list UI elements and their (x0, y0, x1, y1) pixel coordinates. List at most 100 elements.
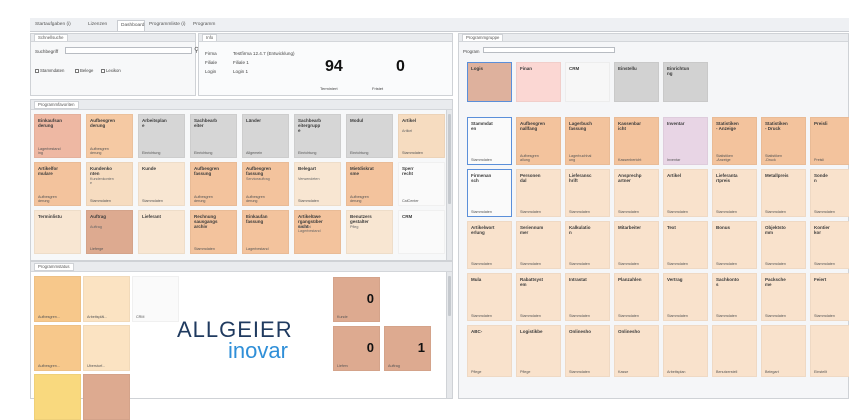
program-tile[interactable]: Statistiken - Druck Statistiken -Druck (761, 117, 806, 165)
status-scrollbar[interactable] (446, 272, 452, 398)
program-tile[interactable]: Inventar Inventar (663, 117, 708, 165)
program-tile[interactable]: Ansprechp artner Stammdaten (614, 169, 659, 217)
program-tile[interactable]: Mula Stammdaten (467, 273, 512, 321)
program-group-tile[interactable]: Logis (467, 62, 512, 102)
favorite-tile[interactable]: Einkaufan fassung Lagerbestand (242, 210, 289, 254)
favorite-tile[interactable]: Auftrag Auftrag Lieferge (86, 210, 133, 254)
favorite-tile-category: Aufbesgren derung (90, 146, 109, 155)
favorite-tile[interactable]: Rechnung sausgangs archiv Stammdaten (190, 210, 237, 254)
program-tile[interactable]: Einstellt (810, 325, 849, 377)
program-group-tile[interactable]: CRM (565, 62, 610, 102)
favorites-scrollbar-thumb[interactable] (448, 114, 451, 204)
program-tile[interactable]: Bonus Stammdaten (712, 221, 757, 269)
favorite-tile[interactable]: Aufbesgren fassung Serviceauftrag Aufbesgr… (242, 162, 289, 206)
favorite-tile[interactable]: Sachbearb eitergrupp e Einrichtung (294, 114, 341, 158)
program-tile[interactable]: Text Stammdaten (663, 221, 708, 269)
program-search-input[interactable] (483, 47, 615, 53)
program-tile[interactable]: Kassenbar icht Kassenbericht (614, 117, 659, 165)
status-tile[interactable]: Ubersturf... (83, 325, 130, 371)
favorite-tile[interactable]: Kunde Stammdaten (138, 162, 185, 206)
tab-2[interactable]: Dashboard (117, 20, 145, 31)
favorite-tile[interactable]: Terminlistu (34, 210, 81, 254)
program-tile[interactable]: Belegart (761, 325, 806, 377)
program-tile[interactable]: Logistikbe Pflege (516, 325, 561, 377)
program-tile[interactable]: Intrastat Stammdaten (565, 273, 610, 321)
program-tile[interactable]: Lieferansc hrift Stammdaten (565, 169, 610, 217)
favorite-tile[interactable]: Benutzers gestalter Pfleg (346, 210, 393, 254)
status-tile[interactable]: Arbeitspläl... (83, 276, 130, 322)
program-tile[interactable]: Personen dal Stammdaten (516, 169, 561, 217)
tab-3[interactable]: Programmliste (i) (146, 20, 188, 31)
program-tile[interactable]: Sachkonto s Stammdaten (712, 273, 757, 321)
program-tile[interactable]: ABC- Pflege (467, 325, 512, 377)
program-tile[interactable]: Artikel Stammdaten (663, 169, 708, 217)
program-tile[interactable]: Packsche me Stammdaten (761, 273, 806, 321)
program-tile[interactable]: Objektsto mm Stammdaten (761, 221, 806, 269)
status-scrollbar-thumb[interactable] (448, 276, 451, 316)
search-input[interactable] (65, 47, 192, 54)
favorite-tile[interactable]: CRM (398, 210, 445, 254)
favorite-tile[interactable]: Sperr recht CalCenter (398, 162, 445, 206)
favorite-tile-subtitle: Serviceauftrag (246, 177, 270, 181)
program-group-tile[interactable]: Finan (516, 62, 561, 102)
status-tile[interactable] (34, 374, 81, 420)
program-tile[interactable]: Seriennum mer Stammdaten (516, 221, 561, 269)
program-tile[interactable]: Sonde n Stammdaten (810, 169, 849, 217)
program-tile[interactable]: Aufbesgren nallfang Aufbesgren allung (516, 117, 561, 165)
program-tile[interactable]: Kontier kor Stammdaten (810, 221, 849, 269)
option-stammdaten[interactable]: Stammdaten (35, 68, 64, 73)
program-tile[interactable]: Metallpreis Stammdaten (761, 169, 806, 217)
option-belege[interactable]: Belege (75, 68, 93, 73)
favorite-tile[interactable]: Aufbesgren fassung Aufbesgren derung (190, 162, 237, 206)
program-tile-title: Firmenan sch (471, 173, 492, 183)
status-tile[interactable] (83, 374, 130, 420)
status-tile[interactable]: Aufbesgren... (34, 325, 81, 371)
counter-terminiert-label: Terminiert (320, 86, 338, 91)
option-lexikon[interactable]: Lexikon (101, 68, 121, 73)
program-tile[interactable]: Feiert Stammdaten (810, 273, 849, 321)
program-tile[interactable]: Benutzerstell (712, 325, 757, 377)
favorite-tile[interactable]: Modul Einrichtung (346, 114, 393, 158)
program-tile[interactable]: Arbeitsplan (663, 325, 708, 377)
favorite-tile[interactable]: Aufbesgren derung Aufbesgren derung (86, 114, 133, 158)
favorite-tile[interactable]: Sachbearb eiter Einrichtung (190, 114, 237, 158)
favorite-tile[interactable]: Länder Allgemein (242, 114, 289, 158)
favorite-tile[interactable]: Artikelfor mulare Aufbesgren derung (34, 162, 81, 206)
program-group-tile[interactable]: Einstellu (614, 62, 659, 102)
program-tile[interactable]: Onlinesho Stammdaten (565, 325, 610, 377)
status-tile[interactable]: CRM (132, 276, 179, 322)
program-tile[interactable]: Lieferanta rtpreis Stammdaten (712, 169, 757, 217)
tab-1[interactable]: Lizenzen (85, 20, 115, 31)
favorite-tile[interactable]: Artikelüwe rgangsüber sicht Besuchl Lager… (294, 210, 341, 254)
program-tile[interactable]: Mitarbeiter Stammdaten (614, 221, 659, 269)
program-tile[interactable]: Onlinesho Kasse (614, 325, 659, 377)
favorite-tile[interactable]: Mietdiskrat sme Aufbesgren derung (346, 162, 393, 206)
favorite-tile[interactable]: Arbeitsplan e Einrichtung (138, 114, 185, 158)
program-tile[interactable]: Rabattsyst em Stammdaten (516, 273, 561, 321)
program-tile[interactable]: Artikelwort erlung Stammdaten (467, 221, 512, 269)
program-tile-category: Stammdaten (471, 313, 492, 318)
program-group-tile[interactable]: Einrichtun ng (663, 62, 708, 102)
favorite-tile[interactable]: Einkaufsan derung Lagerbestand ing (34, 114, 81, 158)
tab-0[interactable]: Startaufgaben (i) (32, 20, 84, 31)
favorite-tile[interactable]: Belegart Verwendeten Stammdaten (294, 162, 341, 206)
status-tile[interactable]: Aufbesgren... (34, 276, 81, 322)
status-counter-auftrag[interactable]: 1 Auftrag (384, 326, 431, 371)
favorite-tile-category: CalCenter (402, 198, 419, 203)
program-tile[interactable]: Statistiken - Anzeige Statistiken -Anzeig… (712, 117, 757, 165)
program-tile[interactable]: Vertrag Stammdaten (663, 273, 708, 321)
program-tile-category: Stammdaten (471, 209, 492, 214)
program-tile[interactable]: Stammdat en Stammdaten (467, 117, 512, 165)
favorite-tile[interactable]: Artikel Artikel Stammdaten (398, 114, 445, 158)
program-tile[interactable]: Lagerbuch fassung Lagerbuchhal ung (565, 117, 610, 165)
program-tile[interactable]: Preisli Preisli (810, 117, 849, 165)
status-counter-lieferv[interactable]: 0 Lieferv (333, 326, 380, 371)
program-tile[interactable]: Planzahlen Stammdaten (614, 273, 659, 321)
tab-4[interactable]: Programm (190, 20, 225, 31)
favorite-tile[interactable]: Lieferant (138, 210, 185, 254)
favorite-tile[interactable]: Kundenko nten Kundenkonten e Stammdaten (86, 162, 133, 206)
program-tile[interactable]: Firmenan sch Stammdaten (467, 169, 512, 217)
program-tile[interactable]: Kalkulatio n Stammdaten (565, 221, 610, 269)
status-counter-kunde[interactable]: 0 Kunde (333, 277, 380, 322)
favorites-scrollbar[interactable] (446, 110, 452, 260)
